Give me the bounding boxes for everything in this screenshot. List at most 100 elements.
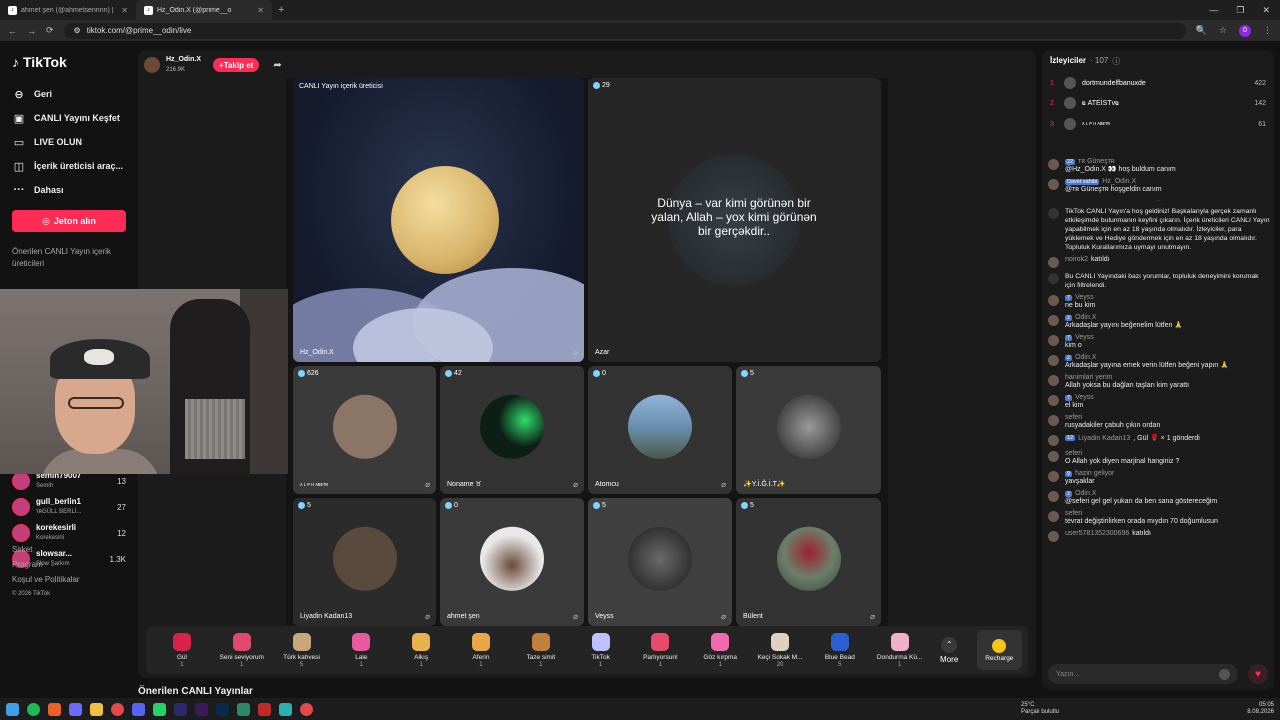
avatar[interactable] xyxy=(1048,531,1059,542)
emoji-icon[interactable] xyxy=(1219,668,1230,680)
guest-video-tile[interactable]: 0 ahmet şen ⌀ xyxy=(440,498,584,626)
avatar[interactable] xyxy=(1048,159,1059,170)
guest-video-tile[interactable]: 0 Atomcu ⌀ xyxy=(588,366,732,494)
avatar[interactable] xyxy=(1048,451,1059,462)
menu-kebab-icon[interactable]: ⋮ xyxy=(1263,25,1272,36)
nav-more[interactable]: ··· Dahası xyxy=(12,178,126,202)
photoshop-icon[interactable] xyxy=(216,702,229,716)
avatar[interactable] xyxy=(1048,355,1059,366)
premiere-icon[interactable] xyxy=(195,702,208,716)
footer-link-terms[interactable]: Koşul ve Politikalar xyxy=(12,572,80,587)
whatsapp-icon[interactable] xyxy=(153,702,166,716)
spotify-icon[interactable] xyxy=(27,702,40,716)
chat-input[interactable]: Yazın... xyxy=(1048,664,1238,684)
guest-video-tile[interactable]: 29 Dünya – var kimi görünən bir yalan, A… xyxy=(588,78,881,362)
guest-video-tile[interactable]: 626 ᴀ ʟ ᴘ ʜ ᴀʙᴇᴛʀ ⌀ xyxy=(293,366,436,494)
windows-start-icon[interactable] xyxy=(6,702,19,716)
weather-widget[interactable]: 25°C Parçalı bulutlu xyxy=(1021,702,1059,716)
close-icon[interactable]: ✕ xyxy=(121,6,128,15)
chat-username[interactable]: 2 Odin.X xyxy=(1065,490,1270,497)
suggested-account[interactable]: gull_berlin1 ᴛʀGÜLL BERLİ... 27 xyxy=(12,494,126,520)
info-icon[interactable]: ⓘ xyxy=(1112,56,1120,67)
app-icon[interactable] xyxy=(69,702,82,716)
avatar[interactable] xyxy=(1048,395,1059,406)
chat-username[interactable]: 7 Veyss xyxy=(1065,394,1270,401)
gift-item[interactable]: Seni seviyorum 1 xyxy=(212,632,272,668)
system-clock[interactable]: 05:05 8.08.2026 xyxy=(1247,702,1274,716)
gift-item[interactable]: Dondurma Kü... 1 xyxy=(870,632,930,668)
minimize-icon[interactable]: — xyxy=(1209,5,1218,16)
nav-creator-tools[interactable]: ◫ İçerik üreticisi araç... xyxy=(12,154,126,178)
nav-back[interactable]: ⊖ Geri xyxy=(12,82,126,106)
gift-item[interactable]: Alkış 1 xyxy=(391,632,451,668)
footer-link-company[interactable]: Şirket xyxy=(12,542,80,557)
host-avatar[interactable] xyxy=(144,57,160,73)
avatar[interactable] xyxy=(1048,179,1059,190)
avatar[interactable] xyxy=(1048,471,1059,482)
gift-item[interactable]: Göz kırpma 1 xyxy=(690,632,750,668)
reload-icon[interactable]: ⟳ xyxy=(46,25,54,36)
avatar[interactable] xyxy=(1048,415,1059,426)
avatar[interactable] xyxy=(1048,315,1059,326)
gift-item[interactable]: Lale 1 xyxy=(331,632,391,668)
chat-username[interactable]: 2 Odin.X xyxy=(1065,314,1270,321)
chat-username[interactable]: 7 Veyss xyxy=(1065,334,1270,341)
back-icon[interactable]: ← xyxy=(8,26,17,36)
share-icon[interactable]: ➦ xyxy=(273,60,281,71)
app-icon[interactable] xyxy=(237,702,250,716)
file-explorer-icon[interactable] xyxy=(90,702,103,716)
chat-username[interactable]: 2 Odin.X xyxy=(1065,354,1270,361)
browser-tab-active[interactable]: ♪ Hz_Odin.X (@prime__o ✕ xyxy=(136,0,272,20)
gift-item[interactable]: Gül 1 xyxy=(152,632,212,668)
chat-username[interactable]: Davet sahibi Hz_Odin.X xyxy=(1065,178,1270,185)
new-tab-button[interactable]: + xyxy=(272,4,290,16)
profile-avatar[interactable]: 0 xyxy=(1239,24,1251,37)
more-gifts-button[interactable]: ⌃ More xyxy=(930,636,969,664)
after-effects-icon[interactable] xyxy=(174,702,187,716)
gift-item[interactable]: TikTok 1 xyxy=(571,632,631,668)
gift-item[interactable]: Aferin 1 xyxy=(451,632,511,668)
top-viewer-row[interactable]: 1 dortmundelfbanuxde 422 xyxy=(1050,72,1266,94)
tiktok-logo[interactable]: ♪ TikTok xyxy=(12,54,126,70)
guest-video-tile[interactable]: 5 Liyadin Kadan13 ⌀ xyxy=(293,498,436,626)
app-icon[interactable] xyxy=(279,702,292,716)
avatar[interactable] xyxy=(1048,257,1059,268)
site-info-icon[interactable]: ⚙ xyxy=(74,26,81,35)
zoom-icon[interactable]: 🔍 xyxy=(1196,25,1207,36)
bookmark-star-icon[interactable]: ☆ xyxy=(1219,25,1227,36)
forward-icon[interactable]: → xyxy=(27,26,36,36)
avatar[interactable] xyxy=(1048,335,1059,346)
discord-icon[interactable] xyxy=(132,702,145,716)
browser-tab[interactable]: ♪ ahmet şen (@ahmetsennnn) | ✕ xyxy=(0,0,136,20)
gift-item[interactable]: Parlıyorsun! 1 xyxy=(631,632,691,668)
footer-link-program[interactable]: Program xyxy=(12,557,80,572)
avatar[interactable] xyxy=(1048,295,1059,306)
app-icon[interactable] xyxy=(258,702,271,716)
host-name[interactable]: Hz_Odin.X xyxy=(166,56,201,64)
avatar[interactable] xyxy=(1048,511,1059,522)
guest-video-tile[interactable]: 5 Veyss ⌀ xyxy=(588,498,732,626)
avatar[interactable] xyxy=(1048,375,1059,386)
nav-explore-live[interactable]: ▣ CANLI Yayını Keşfet xyxy=(12,106,126,130)
chrome-icon[interactable] xyxy=(300,702,313,716)
host-video-tile[interactable]: CANLI Yayın içerik üreticisi Hz_Odin.X ⌀ xyxy=(293,78,584,362)
close-window-icon[interactable]: ✕ xyxy=(1262,5,1270,16)
app-icon[interactable] xyxy=(48,702,61,716)
avatar[interactable] xyxy=(1048,435,1059,446)
chat-username[interactable]: user5781352300696 katıldı xyxy=(1065,530,1270,537)
chrome-icon[interactable] xyxy=(111,702,124,716)
chat-username[interactable]: seferi xyxy=(1065,450,1270,457)
chat-username[interactable]: noirok2 katıldı xyxy=(1065,256,1270,263)
chat-username[interactable]: 12 Liyadin Kadan13, Gül 🌹 × 1 gönderdi xyxy=(1065,434,1270,442)
chat-username[interactable]: seferi xyxy=(1065,414,1270,421)
top-viewer-row[interactable]: 2ҩ ATEİSTvҩ 142 xyxy=(1050,92,1266,114)
guest-video-tile[interactable]: 42 Noname ♉ ⌀ xyxy=(440,366,584,494)
viewers-header[interactable]: İzleyiciler · 107 ⓘ xyxy=(1050,56,1120,67)
gift-item[interactable]: Blue Bead 5 xyxy=(810,632,870,668)
gift-item[interactable]: Türk kahvesi 5 xyxy=(272,632,332,668)
follow-button[interactable]: +Takip et xyxy=(213,58,260,72)
get-coins-button[interactable]: ◎ Jeton alın xyxy=(12,210,126,232)
chat-username[interactable]: 7 Veyss xyxy=(1065,294,1270,301)
nav-go-live[interactable]: ▭ LIVE OLUN xyxy=(12,130,126,154)
url-input[interactable]: ⚙ tiktok.com/@prime__odin/live xyxy=(63,22,1186,39)
